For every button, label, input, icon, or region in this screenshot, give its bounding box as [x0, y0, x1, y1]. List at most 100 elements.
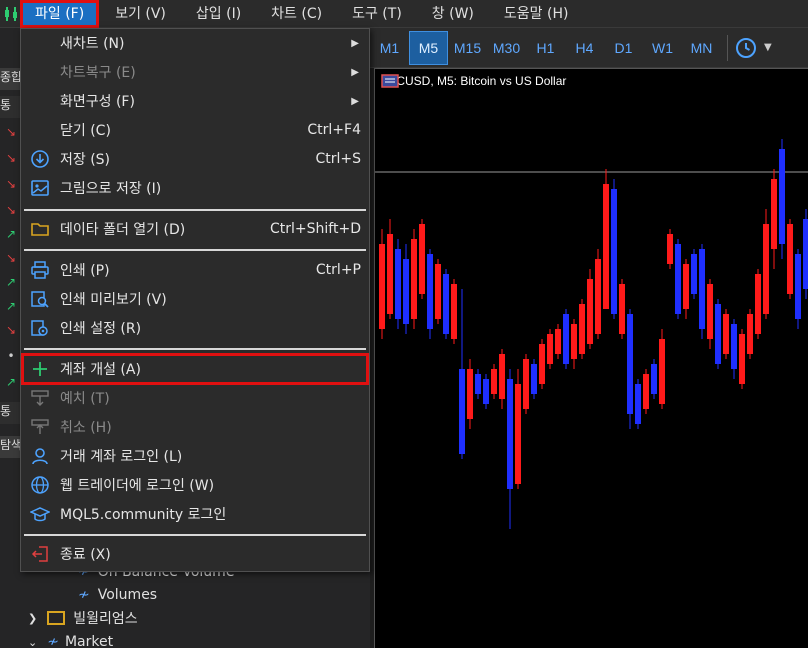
- chart-title: BTCUSD, M5: Bitcoin vs US Dollar: [381, 74, 566, 88]
- candle-bull: [411, 239, 417, 319]
- menu-item-label: 닫기 (C): [60, 123, 111, 139]
- tree-item-label: 빌윌리엄스: [73, 611, 138, 627]
- plus-icon: [30, 359, 50, 379]
- menu-item-print-setup[interactable]: 인쇄 설정 (R): [21, 314, 369, 342]
- candle-bear: [427, 254, 433, 329]
- menu-item-label: 그림으로 저장 (I): [60, 181, 162, 197]
- chevron-right-icon: ❯: [28, 611, 38, 625]
- menu-item-shortcut: Ctrl+F4: [307, 122, 361, 138]
- clock-icon: [736, 37, 756, 58]
- menu-item-exit[interactable]: 종료 (X): [21, 540, 369, 568]
- menu-item-login-trade-account[interactable]: 거래 계좌 로그인 (L): [21, 442, 369, 470]
- candle-bull: [491, 369, 497, 394]
- timeframe-m15-button[interactable]: M15: [448, 31, 487, 65]
- timeframe-group: M1 M5 M15 M30 H1 H4 D1 W1 MN: [370, 30, 721, 65]
- menu-item-label: 새차트 (N): [60, 36, 125, 52]
- candle-bear: [691, 254, 697, 294]
- chevron-down-icon: ⌄: [28, 635, 38, 648]
- tree-item-volumes[interactable]: ≁ Volumes: [78, 583, 157, 607]
- menu-chart[interactable]: 차트 (C): [259, 3, 334, 25]
- timeframe-toolbar: M1 M5 M15 M30 H1 H4 D1 W1 MN ▼: [370, 28, 808, 68]
- candle-bull: [603, 184, 609, 309]
- up-arrow-icon: ↗: [5, 375, 17, 389]
- menu-item-print[interactable]: 인쇄 (P) Ctrl+P: [21, 256, 369, 284]
- menu-file[interactable]: 파일 (F): [20, 0, 100, 28]
- tree-item-label: Volumes: [97, 587, 158, 603]
- menu-separator: [24, 249, 366, 251]
- menu-item-close[interactable]: 닫기 (C) Ctrl+F4: [21, 116, 369, 144]
- panel-header-tab-2[interactable]: 통: [0, 402, 22, 424]
- withdraw-icon: [30, 417, 50, 437]
- down-arrow-icon: ↘: [5, 125, 17, 139]
- menu-item-open-data-folder[interactable]: 데이타 폴더 열기 (D) Ctrl+Shift+D: [21, 215, 369, 243]
- candle-bull: [771, 179, 777, 249]
- menu-view[interactable]: 보기 (V): [103, 3, 178, 25]
- candle-bull: [499, 354, 505, 399]
- down-arrow-icon: ↘: [5, 177, 17, 191]
- timeframe-d1-button[interactable]: D1: [604, 31, 643, 65]
- menu-item-restore-chart[interactable]: 차트복구 (E) ▶: [21, 58, 369, 86]
- candle-bull: [379, 244, 385, 329]
- candlestick-chart[interactable]: [375, 69, 808, 648]
- candle-bull: [683, 264, 689, 309]
- candle-bull: [435, 264, 441, 319]
- candle-bull: [579, 304, 585, 354]
- folder-icon: [47, 611, 66, 625]
- down-arrow-icon: ↘: [5, 203, 17, 217]
- menu-item-label: 화면구성 (F): [60, 94, 135, 110]
- menu-item-new-chart[interactable]: 새차트 (N) ▶: [21, 29, 369, 57]
- menu-item-save-as-picture[interactable]: 그림으로 저장 (I): [21, 174, 369, 202]
- menu-item-login-web-trader[interactable]: 웹 트레이더에 로그인 (W): [21, 471, 369, 499]
- down-arrow-icon: ↘: [5, 323, 17, 337]
- menu-item-withdraw[interactable]: 취소 (H): [21, 413, 369, 441]
- menu-help[interactable]: 도움말 (H): [492, 3, 581, 25]
- menu-item-print-preview[interactable]: 인쇄 미리보기 (V): [21, 285, 369, 313]
- menu-item-login-mql5[interactable]: MQL5.community 로그인: [21, 500, 369, 528]
- submenu-arrow-icon: ▶: [351, 95, 359, 107]
- menu-window[interactable]: 창 (W): [420, 3, 486, 25]
- candle-bull: [763, 224, 769, 314]
- menu-separator: [24, 348, 366, 350]
- candle-bull: [419, 224, 425, 294]
- candle-bull: [747, 314, 753, 354]
- panel-header-tab[interactable]: 통: [0, 96, 22, 118]
- tree-item-label: Market: [64, 634, 114, 648]
- menu-item-label: 예치 (T): [60, 391, 110, 407]
- candle-bear: [475, 374, 481, 394]
- candle-bull: [387, 234, 393, 314]
- menu-item-save[interactable]: 저장 (S) Ctrl+S: [21, 145, 369, 173]
- menu-item-shortcut: Ctrl+P: [315, 262, 361, 278]
- candle-bear: [731, 324, 737, 369]
- candle-bear: [563, 314, 569, 364]
- panel-header-overview[interactable]: 종합: [0, 68, 22, 90]
- candle-bull: [667, 234, 673, 264]
- tree-item-bill-williams[interactable]: ❯ 빌윌리엄스: [28, 606, 138, 630]
- menu-insert[interactable]: 삽입 (I): [184, 3, 253, 25]
- timeframe-m5-button[interactable]: M5: [409, 30, 448, 65]
- down-arrow-icon: ↘: [5, 251, 17, 265]
- menu-item-label: 인쇄 (P): [60, 263, 110, 279]
- menu-tools[interactable]: 도구 (T): [340, 3, 414, 25]
- up-arrow-icon: ↗: [5, 227, 17, 241]
- candle-bear: [507, 379, 513, 489]
- timeframe-mn-button[interactable]: MN: [682, 31, 721, 65]
- candle-bull: [523, 359, 529, 409]
- timeframe-m30-button[interactable]: M30: [487, 31, 526, 65]
- chart-window[interactable]: BTCUSD, M5: Bitcoin vs US Dollar: [374, 68, 808, 648]
- candle-bear: [403, 259, 409, 324]
- panel-header-navigator[interactable]: 탐색: [0, 436, 22, 458]
- menu-item-profiles[interactable]: 화면구성 (F) ▶: [21, 87, 369, 115]
- chart-symbol-icon: [381, 74, 399, 88]
- candle-bear: [611, 189, 617, 314]
- candle-bull: [515, 384, 521, 484]
- toolbar-divider: [727, 34, 728, 61]
- candle-bull: [659, 339, 665, 404]
- periods-clock-button[interactable]: ▼: [734, 36, 772, 60]
- tree-item-market[interactable]: ⌄ ≁ Market: [28, 630, 113, 648]
- timeframe-w1-button[interactable]: W1: [643, 31, 682, 65]
- timeframe-m1-button[interactable]: M1: [370, 31, 409, 65]
- menu-item-deposit[interactable]: 예치 (T): [21, 384, 369, 412]
- timeframe-h4-button[interactable]: H4: [565, 31, 604, 65]
- menu-item-open-account[interactable]: 계좌 개설 (A): [21, 353, 369, 385]
- timeframe-h1-button[interactable]: H1: [526, 31, 565, 65]
